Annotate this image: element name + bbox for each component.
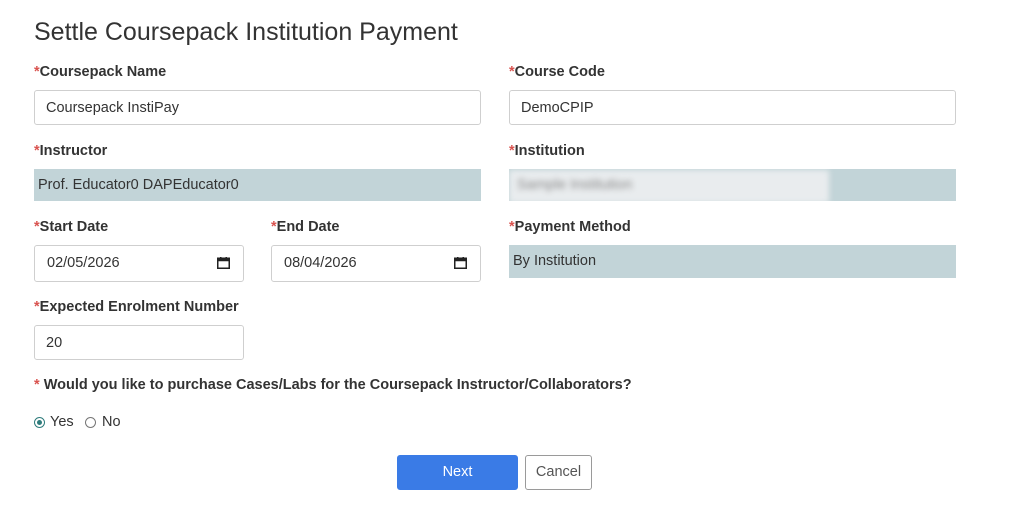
payment-method-label-text: Payment Method (514, 219, 631, 235)
no-radio[interactable] (85, 417, 96, 428)
course-code-label: *Course Code (509, 63, 605, 81)
end-date-label: *End Date (271, 218, 340, 236)
purchase-question: * Would you like to purchase Cases/Labs … (34, 376, 632, 394)
yes-radio[interactable] (34, 417, 45, 428)
course-code-input[interactable] (509, 90, 956, 125)
instructor-value: Prof. Educator0 DAPEducator0 (34, 169, 481, 201)
end-date-value: 08/04/2026 (284, 255, 357, 271)
expected-enrolment-input[interactable] (34, 325, 244, 360)
calendar-icon[interactable] (454, 257, 467, 269)
yes-radio-label[interactable]: Yes (50, 413, 74, 431)
payment-method-value: By Institution (509, 245, 956, 278)
coursepack-name-label: *Coursepack Name (34, 63, 166, 81)
institution-label-text: Institution (514, 143, 585, 159)
institution-value: Sample Institution (517, 177, 633, 193)
next-button[interactable]: Next (397, 455, 518, 490)
expected-enrolment-label-text: Expected Enrolment Number (39, 299, 239, 315)
expected-enrolment-label: *Expected Enrolment Number (34, 298, 239, 316)
end-date-input[interactable]: 08/04/2026 (271, 245, 481, 282)
instructor-label: *Instructor (34, 142, 107, 160)
payment-method-label: *Payment Method (509, 218, 631, 236)
page-title: Settle Coursepack Institution Payment (34, 18, 458, 46)
required-marker: * (34, 377, 40, 393)
start-date-label: *Start Date (34, 218, 108, 236)
cancel-button[interactable]: Cancel (525, 455, 592, 490)
coursepack-name-label-text: Coursepack Name (39, 64, 167, 80)
start-date-value: 02/05/2026 (47, 255, 120, 271)
calendar-icon[interactable] (217, 257, 230, 269)
no-radio-label[interactable]: No (102, 413, 121, 431)
settle-payment-page: Settle Coursepack Institution Payment *C… (0, 0, 1019, 518)
end-date-label-text: End Date (276, 219, 340, 235)
start-date-input[interactable]: 02/05/2026 (34, 245, 244, 282)
institution-label: *Institution (509, 142, 585, 160)
coursepack-name-input[interactable] (34, 90, 481, 125)
instructor-label-text: Instructor (39, 143, 108, 159)
course-code-label-text: Course Code (514, 64, 605, 80)
purchase-question-text: Would you like to purchase Cases/Labs fo… (43, 377, 632, 393)
start-date-label-text: Start Date (39, 219, 109, 235)
institution-value-field: Sample Institution (509, 169, 956, 201)
